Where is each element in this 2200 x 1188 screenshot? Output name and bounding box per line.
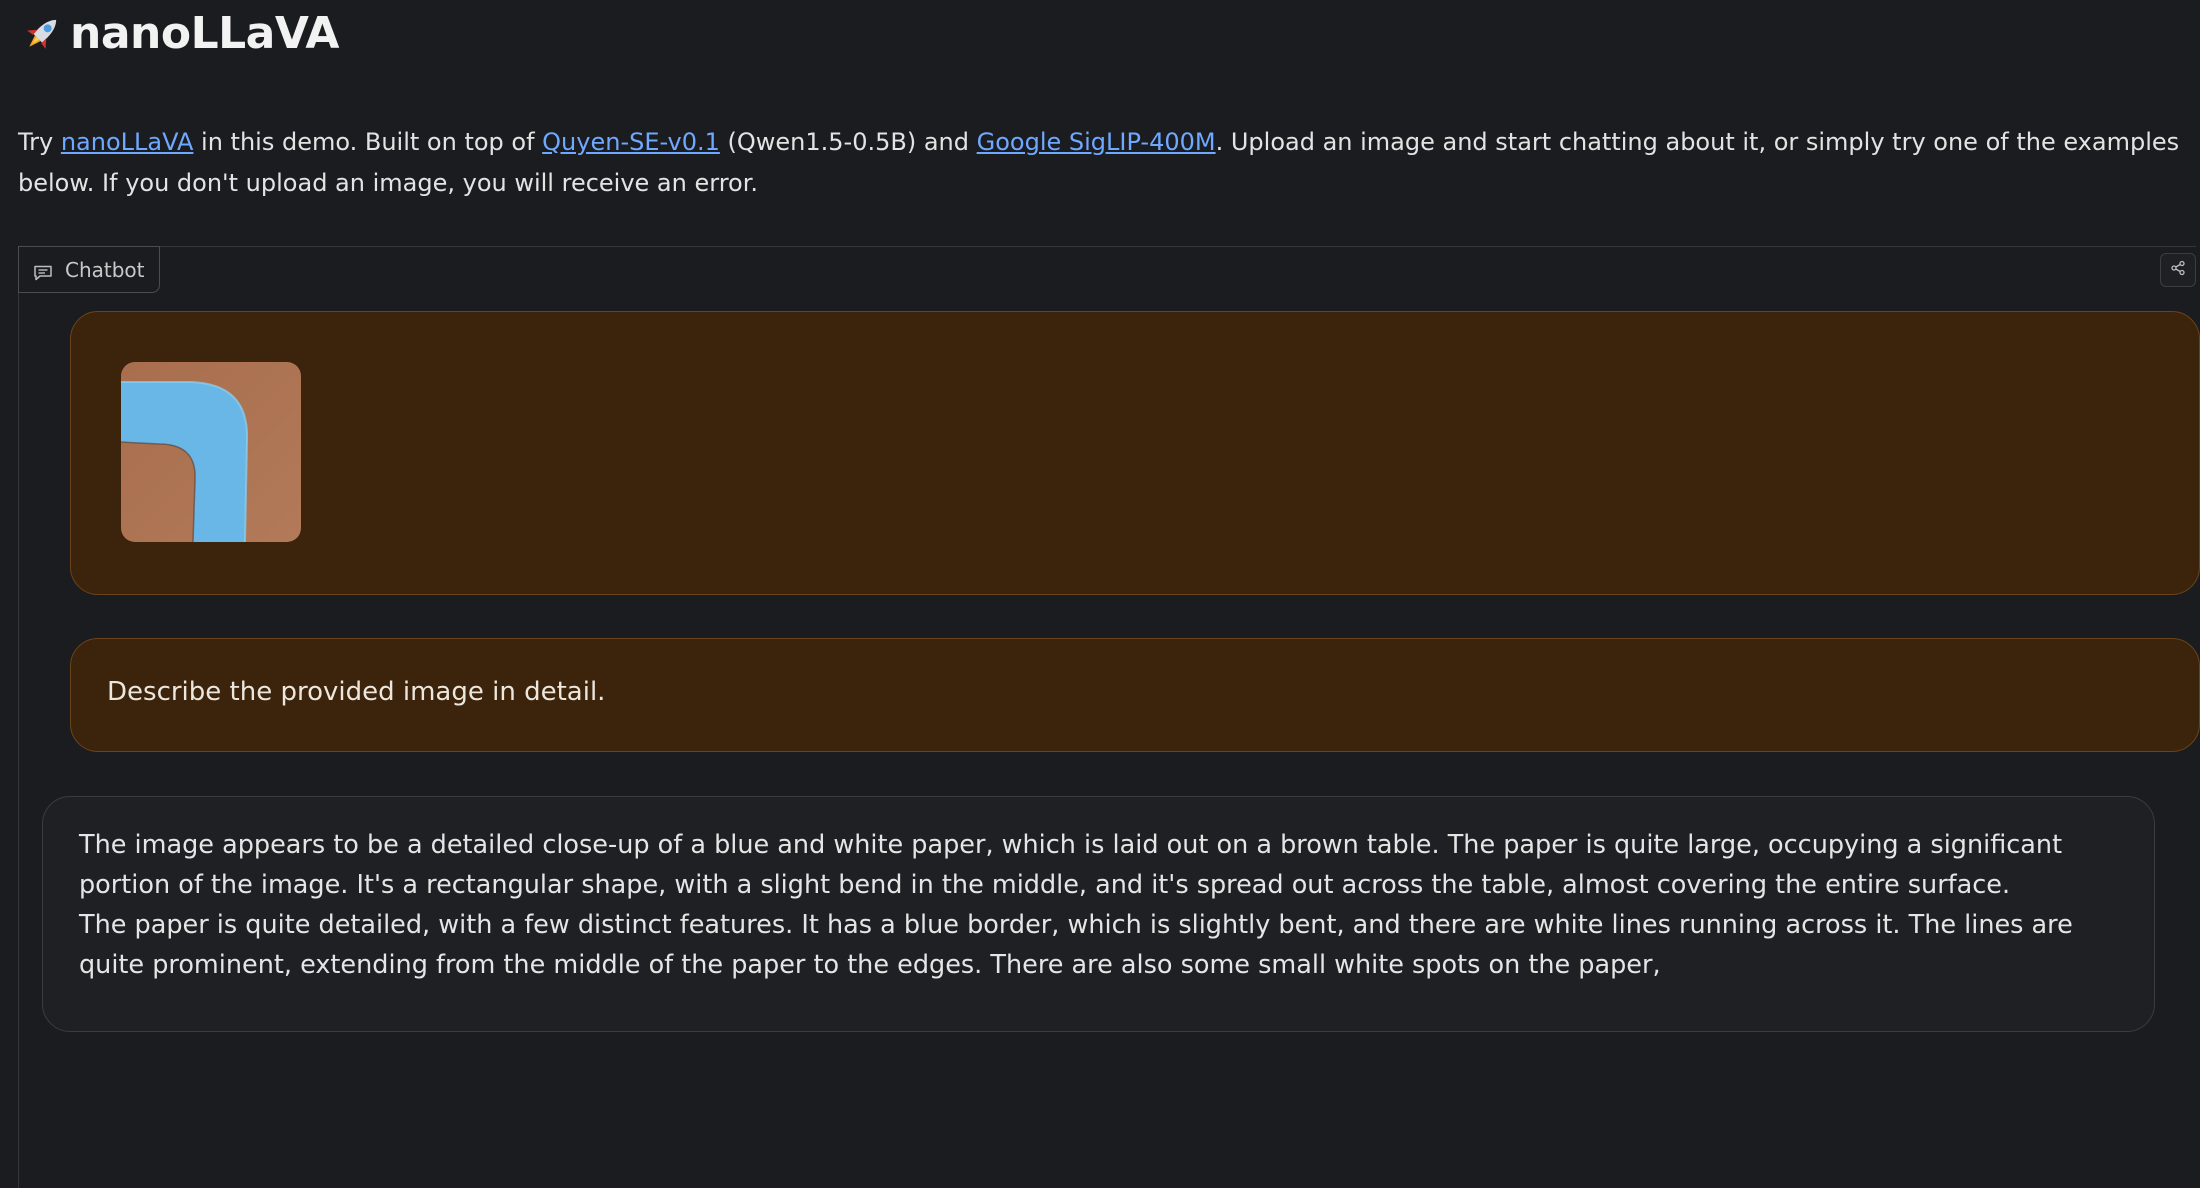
- intro-description: Try nanoLLaVA in this demo. Built on top…: [18, 122, 2193, 204]
- user-text-message: Describe the provided image in detail.: [70, 638, 2200, 752]
- intro-text-3: (Qwen1.5-0.5B) and: [719, 128, 977, 156]
- intro-text-1: Try: [18, 128, 61, 156]
- share-icon: [2170, 260, 2186, 280]
- app-title: nanoLLaVA: [18, 8, 339, 59]
- rocket-icon: [18, 10, 66, 58]
- assistant-paragraph: The image appears to be a detailed close…: [79, 830, 2063, 900]
- quyen-link[interactable]: Quyen-SE-v0.1: [542, 128, 720, 156]
- uploaded-image-thumbnail[interactable]: [121, 362, 301, 542]
- chatbot-panel[interactable]: Chatbot Describe the provided image in d…: [18, 246, 2200, 1188]
- share-button[interactable]: [2160, 253, 2196, 287]
- siglip-link[interactable]: Google SigLIP-400M: [977, 128, 1216, 156]
- chat-icon: [33, 262, 53, 280]
- chatbot-label: Chatbot: [18, 246, 160, 293]
- page: nanoLLaVA Try nanoLLaVA in this demo. Bu…: [0, 0, 2200, 1188]
- assistant-paragraph: The paper is quite detailed, with a few …: [79, 910, 2073, 980]
- user-message-text: Describe the provided image in detail.: [107, 677, 606, 707]
- assistant-message: The image appears to be a detailed close…: [42, 796, 2155, 1032]
- user-image-message: [70, 311, 2200, 595]
- app-title-text: nanoLLaVA: [70, 8, 339, 59]
- nanollava-link[interactable]: nanoLLaVA: [61, 128, 194, 156]
- chatbot-label-text: Chatbot: [65, 257, 145, 282]
- intro-text-2: in this demo. Built on top of: [193, 128, 543, 156]
